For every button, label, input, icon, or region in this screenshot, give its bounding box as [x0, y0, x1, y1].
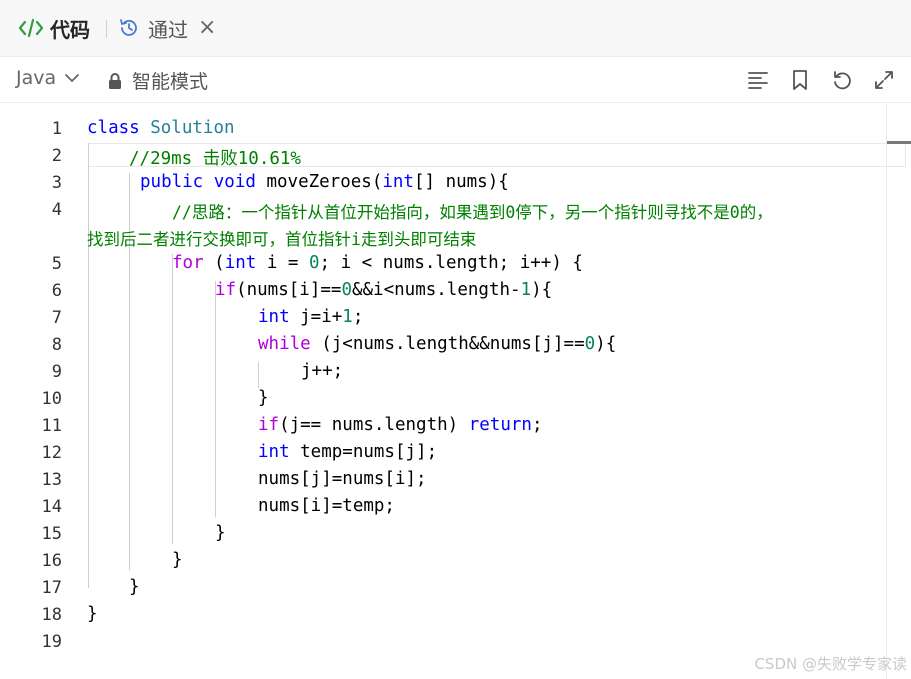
line-number: 17: [41, 578, 62, 598]
bookmark-icon[interactable]: [789, 69, 811, 91]
editor-toolbar: Java 智能模式: [0, 57, 911, 103]
indent-guide: [258, 362, 259, 388]
code-line: }: [87, 604, 98, 624]
code-line: //思路：一个指针从首位开始指向，如果遇到0停下，另一个指针则寻找不是0的，: [172, 203, 773, 222]
code-line: }: [129, 577, 140, 597]
tab-passed[interactable]: 通过: [118, 14, 188, 42]
line-number: 19: [41, 632, 62, 652]
line-number: 12: [41, 443, 62, 463]
code-line: for (int i = 0; i < nums.length; i++) {: [172, 253, 583, 273]
code-editor[interactable]: 1 2 3 4 5 6 7 8 9 10 11 12 13 14 15 16 1…: [0, 103, 911, 679]
code-line: }: [258, 388, 269, 408]
language-label: Java: [16, 67, 57, 89]
line-number: 11: [41, 416, 62, 436]
code-line: public void moveZeroes(int[] nums){: [140, 172, 509, 192]
code-icon: [18, 18, 44, 38]
code-line: j++;: [301, 361, 344, 381]
mode-label: 智能模式: [132, 71, 209, 93]
code-line: while (j<nums.length&&nums[j]==0){: [258, 334, 617, 354]
line-number: 9: [51, 362, 62, 382]
line-number: 7: [51, 308, 62, 328]
line-number: 10: [41, 389, 62, 409]
lock-icon: [109, 72, 121, 89]
tab-divider: [106, 20, 107, 38]
line-number: 5: [51, 254, 62, 274]
history-icon: [120, 19, 137, 36]
smart-mode-toggle[interactable]: 智能模式: [108, 67, 208, 94]
expand-icon[interactable]: [873, 69, 895, 91]
watermark: CSDN @失败学专家读: [754, 655, 907, 673]
code-line: if(j== nums.length) return;: [258, 415, 543, 435]
code-line: nums[i]=temp;: [258, 496, 395, 516]
line-number: 2: [51, 146, 62, 166]
line-number: 1: [51, 119, 62, 139]
line-number: 6: [51, 281, 62, 301]
code-line: class Solution: [87, 118, 235, 138]
indent-guide: [172, 254, 173, 544]
code-line: }: [215, 523, 226, 543]
code-line: if(nums[i]==0&&i<nums.length-1){: [215, 280, 553, 300]
chevron-down-icon: [65, 74, 80, 83]
code-line: nums[j]=nums[i];: [258, 469, 427, 489]
tab-code[interactable]: 代码: [18, 14, 90, 42]
format-icon[interactable]: [747, 69, 769, 91]
line-number: 16: [41, 551, 62, 571]
code-line: int temp=nums[j];: [258, 442, 438, 462]
editor-scrollbar[interactable]: [886, 103, 911, 679]
code-line: 找到后二者进行交换即可，首位指针i走到头即可结束: [87, 230, 477, 249]
close-icon[interactable]: ×: [198, 16, 218, 40]
scrollbar-cursor-marker: [887, 141, 911, 144]
tab-passed-label: 通过: [148, 17, 188, 42]
line-number: 15: [41, 524, 62, 544]
line-number: 13: [41, 470, 62, 490]
indent-guide: [88, 143, 89, 588]
tab-bar: 代码 通过 ×: [0, 0, 911, 57]
code-line: int j=i+1;: [258, 307, 364, 327]
line-number: 18: [41, 605, 62, 625]
line-number: 4: [51, 200, 62, 220]
reset-icon[interactable]: [831, 69, 853, 91]
line-number: 3: [51, 173, 62, 193]
code-line: //29ms 击败10.61%: [129, 149, 301, 169]
tab-code-label: 代码: [50, 17, 90, 42]
line-number: 8: [51, 335, 62, 355]
language-select[interactable]: Java: [16, 67, 80, 89]
code-line: }: [172, 550, 183, 570]
indent-guide: [215, 281, 216, 517]
line-number: 14: [41, 497, 62, 517]
